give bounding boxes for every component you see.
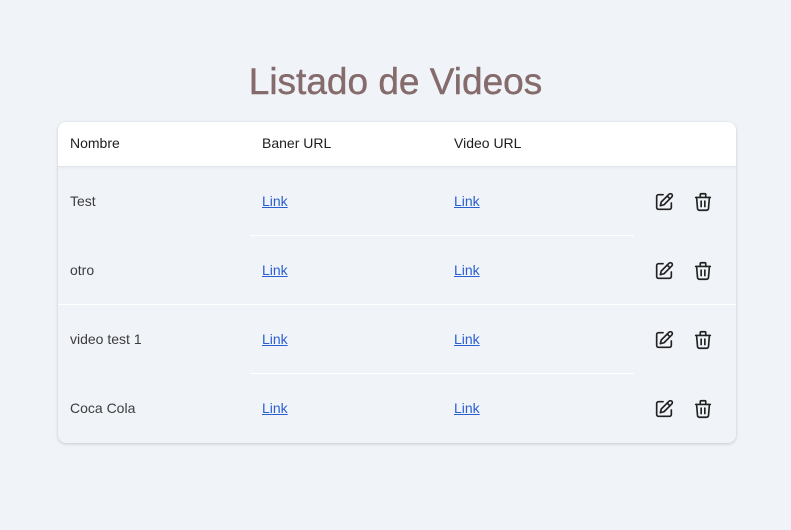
video-link[interactable]: Link (454, 236, 480, 305)
page-title: Listado de Videos (248, 61, 543, 102)
video-link[interactable]: Link (454, 305, 480, 374)
trash-icon[interactable] (692, 329, 714, 351)
column-header-name: Nombre (70, 135, 120, 151)
video-link[interactable]: Link (454, 374, 480, 443)
table-header: Nombre Baner URL Video URL (58, 122, 736, 167)
video-link[interactable]: Link (454, 167, 480, 236)
banner-link[interactable]: Link (262, 305, 288, 374)
table-row: otro Link Link (58, 236, 736, 305)
video-name: Coca Cola (70, 400, 136, 416)
column-header-video-url: Video URL (454, 135, 522, 151)
banner-link[interactable]: Link (262, 236, 288, 305)
video-name: otro (70, 262, 95, 278)
table-row: Test Link Link (58, 167, 736, 236)
column-header-banner-url: Baner URL (262, 135, 332, 151)
banner-link[interactable]: Link (262, 374, 288, 443)
trash-icon[interactable] (692, 398, 714, 420)
video-name: video test 1 (70, 331, 142, 347)
edit-icon[interactable] (653, 329, 675, 351)
edit-icon[interactable] (653, 191, 675, 213)
banner-link[interactable]: Link (262, 167, 288, 236)
table-row: Coca Cola Link Link (58, 374, 736, 443)
videos-table: Nombre Baner URL Video URL Test Link Lin… (58, 122, 736, 443)
edit-icon[interactable] (653, 398, 675, 420)
video-name: Test (70, 193, 96, 209)
table-row: video test 1 Link Link (58, 305, 736, 374)
edit-icon[interactable] (653, 260, 675, 282)
trash-icon[interactable] (692, 191, 714, 213)
trash-icon[interactable] (692, 260, 714, 282)
